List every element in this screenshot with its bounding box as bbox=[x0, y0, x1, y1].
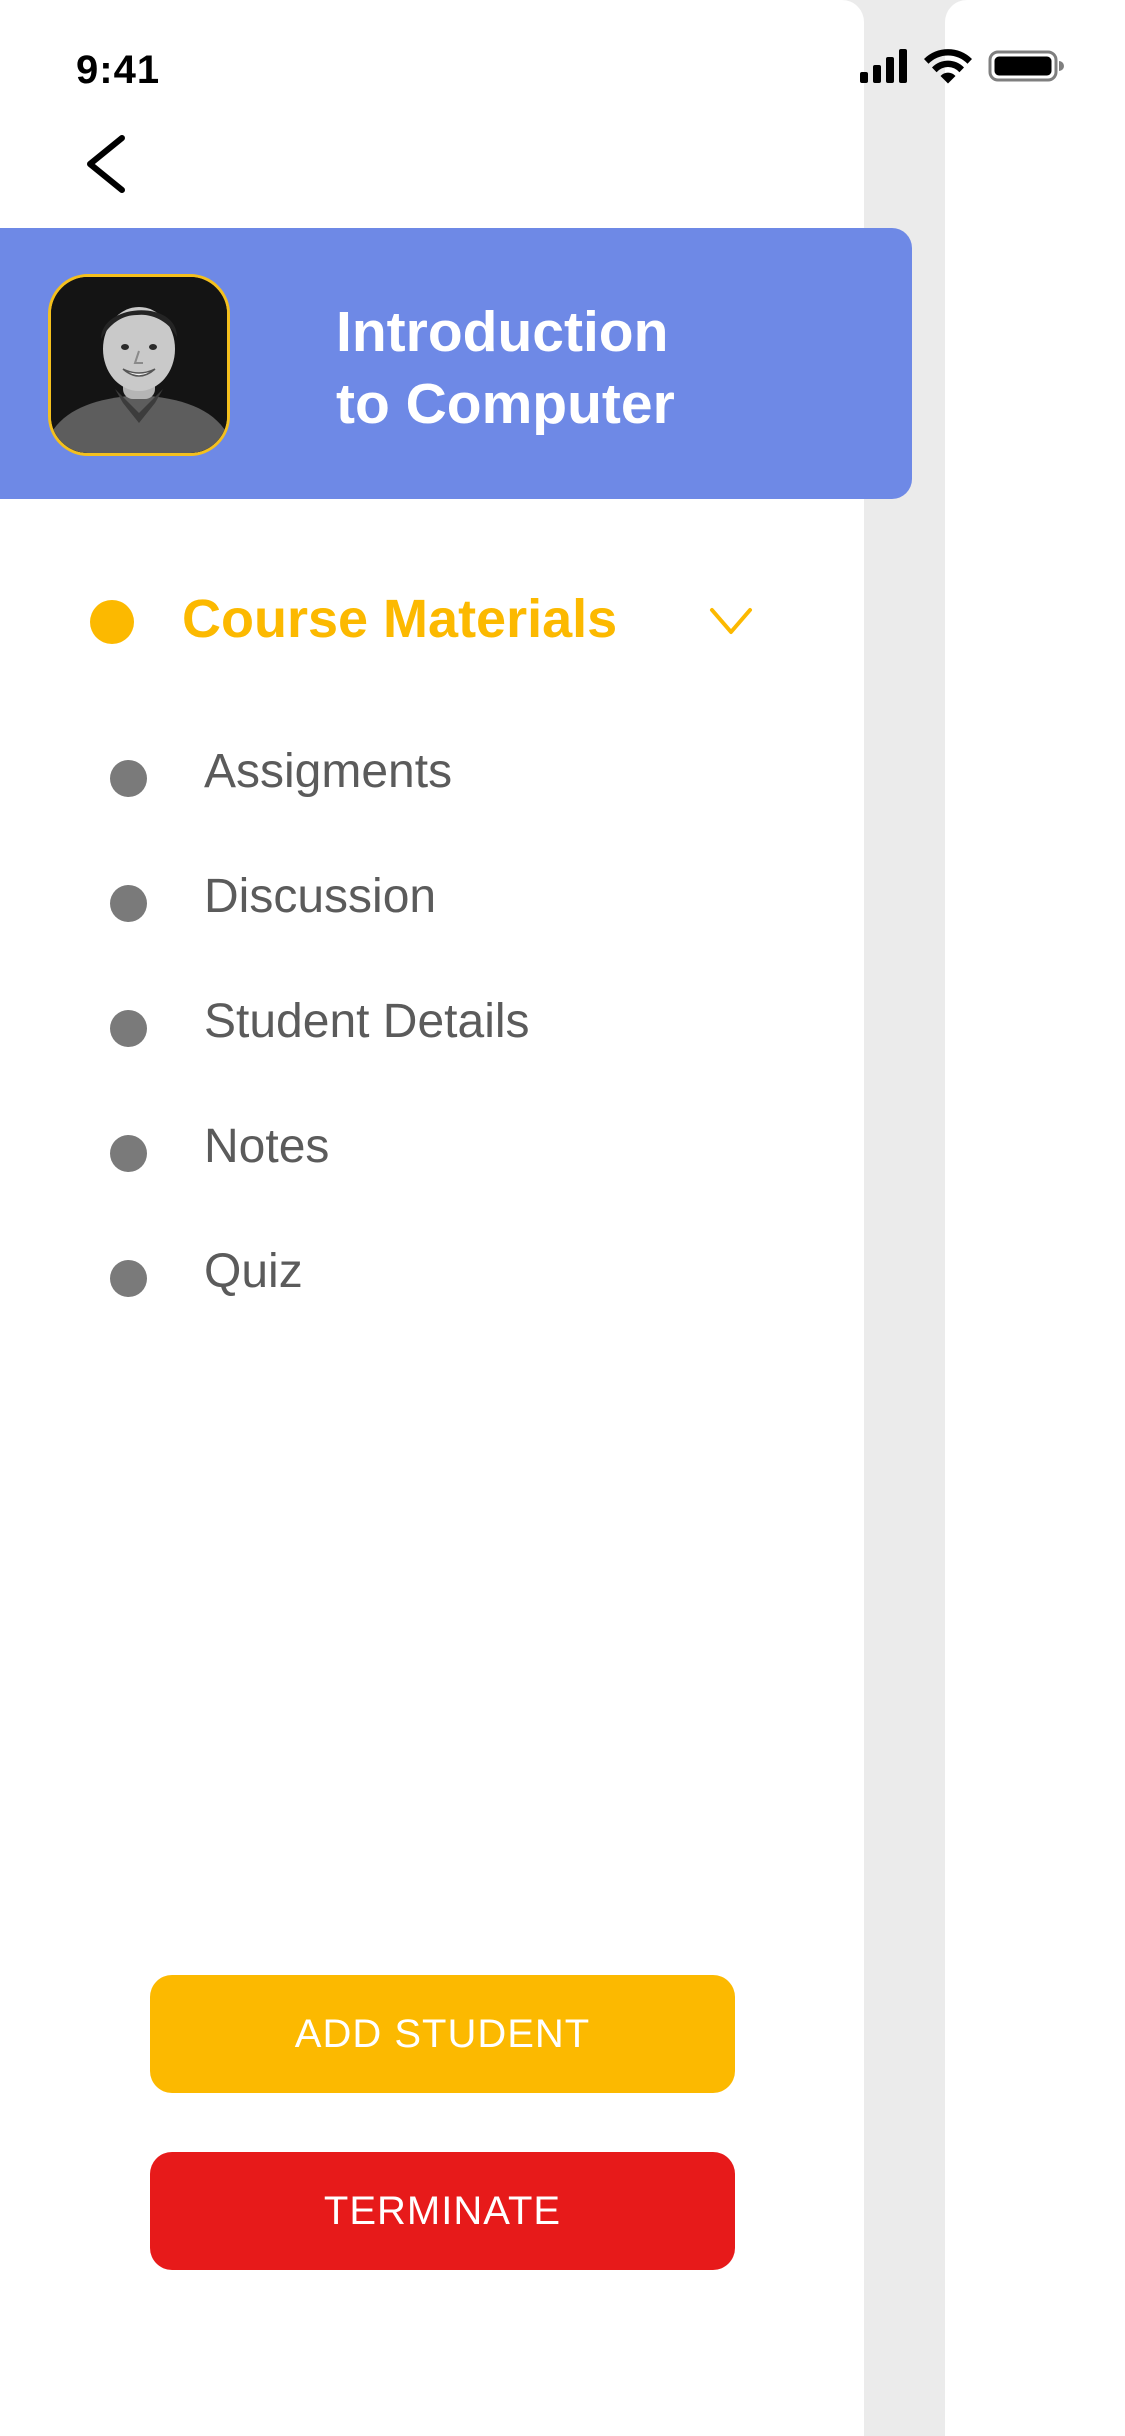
menu-item-label: Discussion bbox=[204, 870, 437, 923]
menu-item-student-details[interactable]: Student Details bbox=[108, 980, 768, 1105]
back-button[interactable] bbox=[80, 132, 140, 196]
section-label: Course Materials bbox=[182, 589, 618, 649]
menu-item-label: Notes bbox=[204, 1120, 330, 1173]
course-materials-toggle[interactable]: Course Materials bbox=[88, 582, 788, 658]
bullet-icon bbox=[110, 1135, 147, 1172]
course-title: Introduction to Computer bbox=[336, 296, 856, 440]
bullet-icon bbox=[110, 760, 147, 797]
course-title-line-2: to Computer bbox=[336, 372, 675, 436]
menu-item-notes[interactable]: Notes bbox=[108, 1105, 768, 1230]
wifi-icon bbox=[924, 49, 972, 84]
avatar bbox=[48, 274, 230, 456]
bullet-icon bbox=[110, 885, 147, 922]
cellular-signal-icon bbox=[860, 49, 907, 83]
menu-item-assignments[interactable]: Assigments bbox=[108, 730, 768, 855]
status-icons bbox=[860, 49, 1064, 84]
menu-item-label: Quiz bbox=[204, 1245, 303, 1298]
background-card bbox=[945, 0, 1125, 2436]
menu-item-label: Assigments bbox=[204, 745, 453, 798]
bullet-icon bbox=[110, 1260, 147, 1297]
battery-icon bbox=[988, 50, 1064, 82]
course-materials-menu: Assigments Discussion Student Details No… bbox=[108, 730, 768, 1355]
bullet-icon bbox=[110, 1010, 147, 1047]
instructor-photo bbox=[51, 277, 227, 453]
terminate-button[interactable]: TERMINATE bbox=[150, 2152, 735, 2270]
chevron-down-icon bbox=[710, 608, 752, 634]
screen: 9:41 Introduction to Computer Course Mat… bbox=[0, 0, 1125, 2436]
section-dot-icon bbox=[90, 600, 134, 644]
status-time: 9:41 bbox=[76, 48, 161, 92]
add-student-button[interactable]: ADD STUDENT bbox=[150, 1975, 735, 2093]
course-header-banner: Introduction to Computer bbox=[0, 228, 912, 499]
chevron-left-icon bbox=[87, 135, 125, 193]
course-title-line-1: Introduction bbox=[336, 300, 669, 364]
menu-item-discussion[interactable]: Discussion bbox=[108, 855, 768, 980]
menu-item-quiz[interactable]: Quiz bbox=[108, 1230, 768, 1355]
menu-item-label: Student Details bbox=[204, 995, 530, 1048]
